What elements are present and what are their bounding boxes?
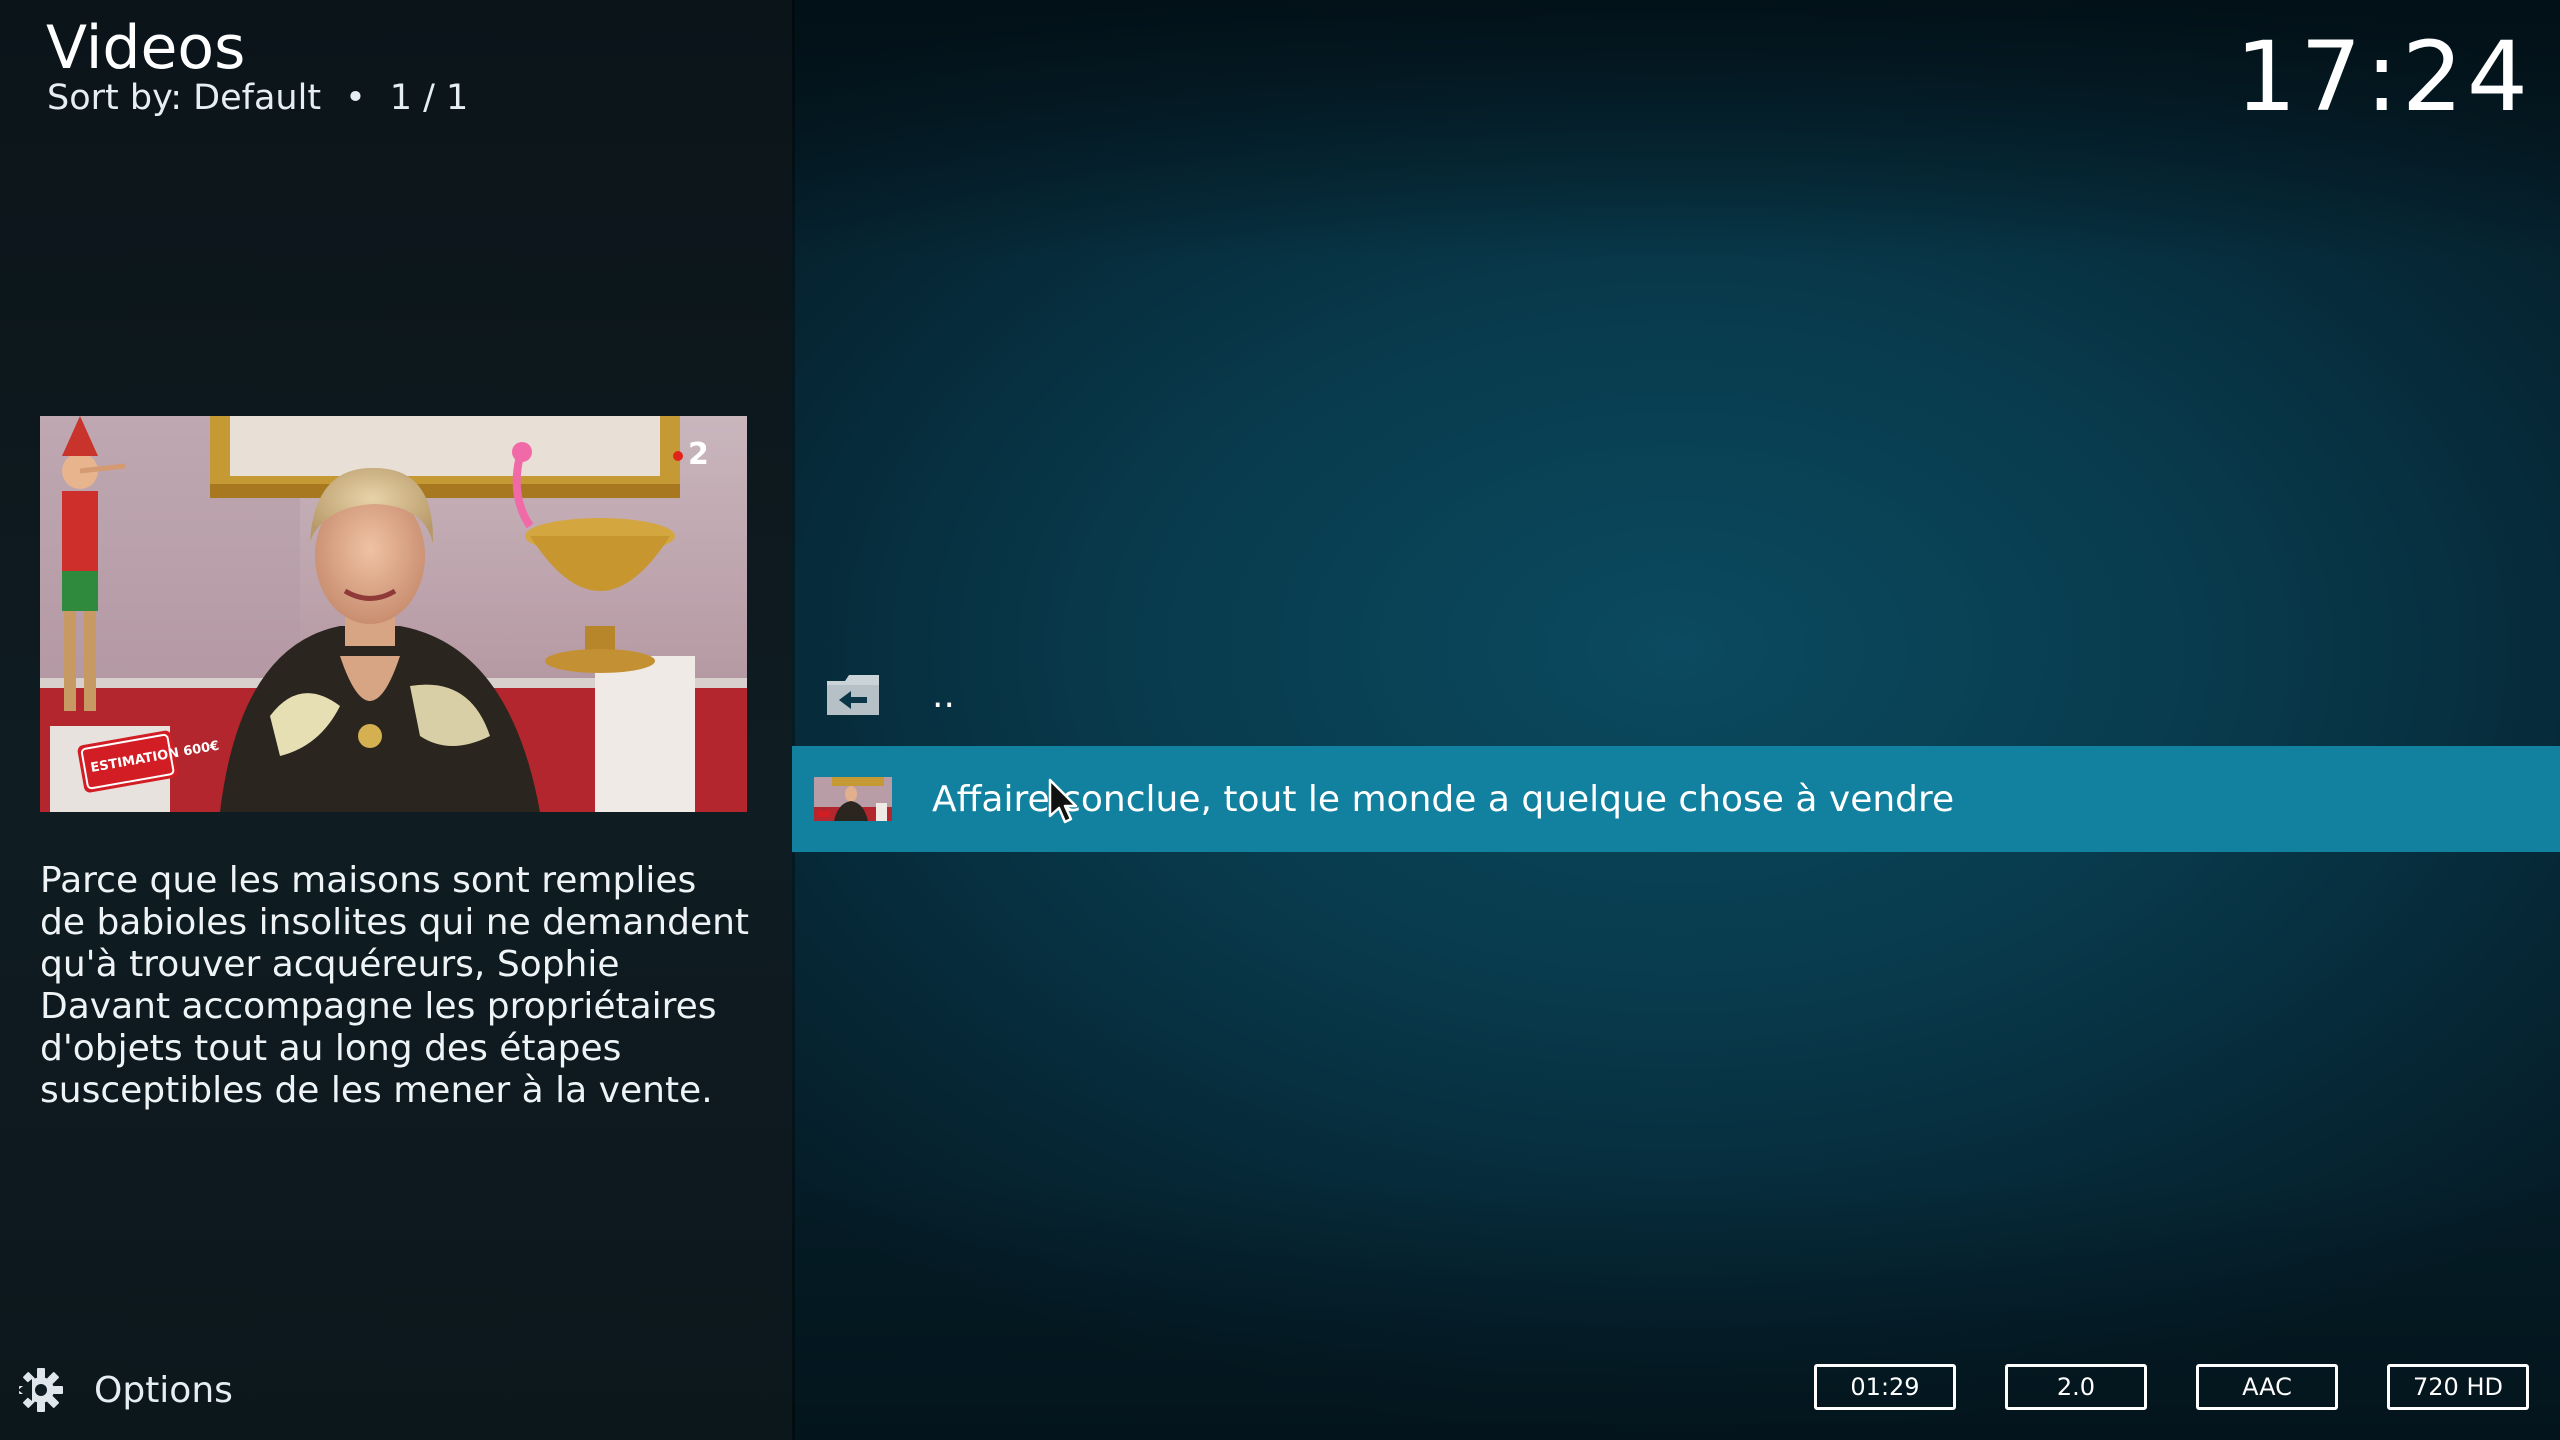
app-root: Videos Sort by: Default • 1 / 1 17:24 2 … (0, 0, 2560, 1440)
mouse-cursor-icon (1048, 778, 1078, 824)
separator: • (345, 78, 366, 118)
video-thumbnail: 2 ESTIMATION 600€ (40, 416, 747, 812)
page-counter: 1 / 1 (389, 78, 469, 118)
page-title: Videos (46, 13, 246, 83)
options-label: Options (94, 1369, 233, 1411)
list-item-label: Affaire conclue, tout le monde a quelque… (932, 778, 1955, 820)
audio-codec-badge: AAC (2196, 1364, 2338, 1410)
video-thumbnail-icon (814, 774, 892, 824)
clock: 17:24 (2235, 21, 2532, 133)
channel-badge: 2 (688, 437, 709, 472)
resolution-badge: 720 HD (2387, 1364, 2529, 1410)
options-button[interactable]: Options (18, 1362, 233, 1418)
sort-label[interactable]: Sort by: Default (47, 76, 321, 120)
folder-back-icon (814, 670, 892, 720)
list-item-parent-folder[interactable]: .. (792, 642, 2560, 748)
list-item-label: .. (932, 674, 955, 716)
gear-icon (18, 1368, 63, 1412)
tv-show-thumbnail-image: 2 ESTIMATION 600€ (40, 416, 747, 812)
duration-badge: 01:29 (1814, 1364, 1956, 1410)
plot-text: Parce que les maisons sont remplies de b… (40, 860, 750, 1111)
sort-info: Sort by: Default • 1 / 1 (47, 76, 468, 120)
audio-channels-badge: 2.0 (2005, 1364, 2147, 1410)
